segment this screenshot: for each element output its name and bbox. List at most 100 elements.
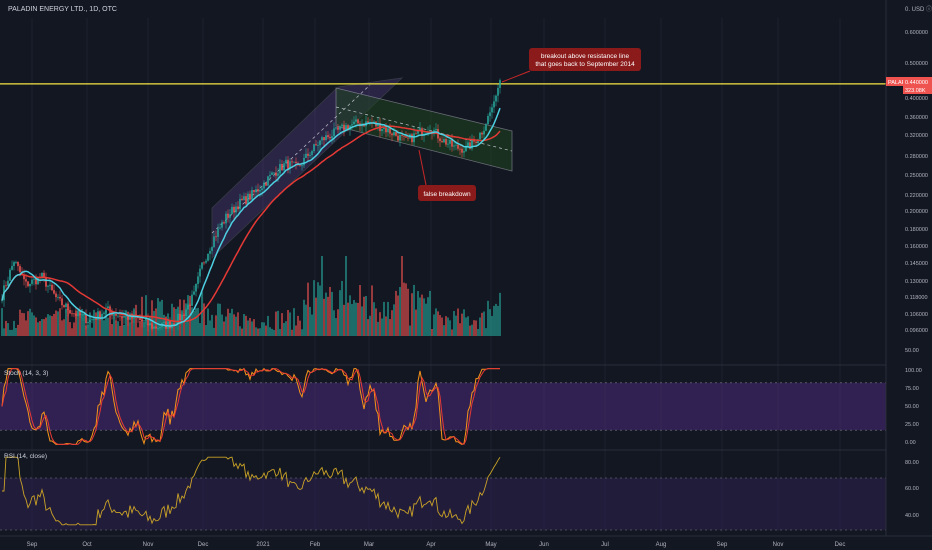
candle-body (61, 298, 63, 306)
volume-bar (17, 324, 19, 336)
volume-bar (215, 315, 217, 336)
volume-bar (329, 286, 331, 336)
candle-body (33, 278, 35, 280)
volume-bar (319, 285, 321, 336)
volume-bar (409, 325, 411, 336)
candle-body (233, 206, 235, 213)
volume-bar (477, 328, 479, 336)
candle-body (213, 236, 215, 248)
candle-body (435, 128, 437, 131)
price-tick-label: 0.130000 (905, 279, 928, 285)
candle-body (17, 262, 19, 267)
false-breakdown-annotation-text: false breakdown (423, 191, 471, 198)
candle-body (119, 315, 121, 317)
candle-body (337, 127, 339, 130)
volume-bar (363, 296, 365, 336)
candle-body (159, 327, 161, 329)
volume-bar (385, 316, 387, 336)
candle-body (403, 135, 405, 137)
volume-bar (61, 320, 63, 336)
chart-background (0, 0, 932, 550)
volume-bar (39, 321, 41, 336)
volume-bar (171, 303, 173, 336)
volume-bar (19, 309, 21, 336)
volume-bar (221, 314, 223, 336)
volume-bar (445, 316, 447, 336)
volume-bar (285, 321, 287, 336)
volume-bar (473, 320, 475, 336)
rsi-title: RSI (14, close) (4, 453, 47, 460)
candle-body (117, 315, 119, 317)
volume-bar (337, 309, 339, 336)
candle-body (139, 317, 141, 320)
candle-body (275, 172, 277, 176)
candle-body (389, 128, 391, 134)
volume-bar (373, 302, 375, 336)
stoch-tick-label: 75.00 (905, 386, 919, 392)
candle-body (467, 142, 469, 146)
volume-bar (369, 315, 371, 336)
candle-body (261, 188, 263, 191)
candle-body (197, 276, 199, 284)
candle-body (315, 144, 317, 146)
volume-bar (205, 325, 207, 336)
volume-bar (47, 314, 49, 336)
volume-bar (117, 321, 119, 336)
candle-body (237, 206, 239, 210)
volume-bar (9, 329, 11, 336)
volume-bar (297, 315, 299, 336)
candle-body (243, 196, 245, 201)
volume-bar (375, 308, 377, 336)
volume-bar (195, 308, 197, 336)
volume-bar (431, 328, 433, 336)
volume-bar (449, 320, 451, 336)
candle-body (141, 319, 143, 322)
volume-bar (5, 320, 7, 336)
candle-body (93, 318, 95, 320)
volume-bar (273, 329, 275, 336)
candle-body (205, 260, 207, 263)
volume-bar (325, 292, 327, 336)
candle-body (55, 293, 57, 298)
volume-bar (489, 309, 491, 336)
candle-body (9, 269, 11, 281)
candle-body (217, 228, 219, 237)
candle-body (417, 130, 419, 134)
candle-body (447, 143, 449, 145)
volume-bar (469, 325, 471, 336)
candle-body (15, 262, 17, 263)
volume-bar (65, 308, 67, 336)
candle-body (495, 95, 497, 102)
volume-bar (29, 308, 31, 336)
volume-bar (441, 317, 443, 336)
candle-body (157, 328, 159, 329)
candle-body (227, 213, 229, 218)
volume-bar (115, 320, 117, 336)
volume-bar (459, 323, 461, 336)
volume-bar (233, 314, 235, 336)
volume-bar (27, 311, 29, 336)
candle-body (357, 119, 359, 124)
candle-body (181, 314, 183, 321)
volume-bar (201, 291, 203, 336)
candle-body (413, 133, 415, 143)
candle-body (325, 135, 327, 141)
candle-body (291, 161, 293, 163)
trading-chart[interactable]: breakout above resistance linethat goes … (0, 0, 932, 550)
time-tick-label: Apr (426, 542, 435, 548)
candle-body (257, 189, 259, 192)
stoch-tick-label: 100.00 (905, 368, 922, 374)
volume-bar (55, 310, 57, 336)
candle-body (107, 306, 109, 309)
volume-bar (3, 328, 5, 336)
volume-bar (303, 299, 305, 336)
candle-body (239, 198, 241, 210)
candle-body (285, 159, 287, 164)
candle-body (145, 318, 147, 321)
candle-body (331, 136, 333, 139)
volume-bar (121, 317, 123, 336)
volume-bar (199, 323, 201, 336)
candle-body (25, 279, 27, 282)
candle-body (211, 247, 213, 251)
candle-body (405, 136, 407, 138)
